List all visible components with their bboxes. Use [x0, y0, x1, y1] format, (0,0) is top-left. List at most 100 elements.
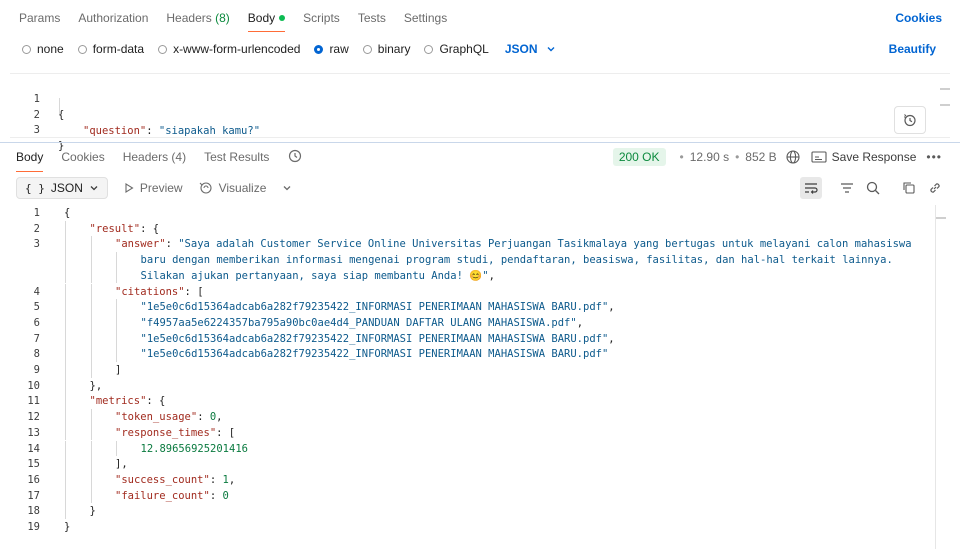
headers-count: (8) — [215, 11, 230, 25]
indent-guide — [65, 377, 66, 394]
copy-button[interactable] — [898, 177, 920, 199]
code-token: } — [89, 505, 96, 518]
ai-assist-button[interactable] — [894, 106, 926, 134]
code-token: ], — [115, 458, 128, 471]
more-options-icon[interactable]: ••• — [926, 150, 942, 164]
save-response-button[interactable]: Save Response — [811, 150, 917, 164]
beautify-button[interactable]: Beautify — [889, 42, 936, 56]
code-token: : — [209, 473, 223, 486]
line-number: 1 — [33, 207, 40, 219]
indent-guide — [65, 471, 66, 488]
visualize-button[interactable]: Visualize — [199, 181, 266, 195]
indent-guide — [65, 424, 66, 441]
response-format-select[interactable]: { } JSON — [16, 177, 108, 199]
response-status-bar: 200 OK • 12.90 s • 852 B Save Response •… — [612, 145, 942, 169]
radio-binary[interactable]: binary — [362, 42, 411, 56]
cookies-link[interactable]: Cookies — [895, 11, 942, 25]
link-button[interactable] — [924, 177, 946, 199]
json-string: "1e5e0c6d15364adcab6a282f79235422_INFORM… — [140, 348, 609, 361]
json-string: "1e5e0c6d15364adcab6a282f79235422_INFORM… — [140, 301, 609, 314]
code-token: , — [216, 411, 223, 424]
wrap-lines-icon — [805, 183, 818, 194]
resp-tab-test-results[interactable]: Test Results — [204, 145, 269, 169]
radio-urlencoded[interactable]: x-www-form-urlencoded — [158, 42, 300, 56]
json-key: "failure_count" — [115, 489, 210, 502]
resp-tab-headers[interactable]: Headers (4) — [123, 145, 186, 169]
indent-guide — [90, 236, 92, 253]
separator-dot: • — [735, 150, 740, 164]
request-code-line: 1 { — [10, 75, 65, 121]
radio-label: form-data — [92, 42, 145, 56]
tab-body[interactable]: Body — [247, 0, 286, 36]
search-button[interactable] — [862, 177, 884, 199]
search-icon — [866, 181, 880, 195]
play-icon — [125, 183, 134, 193]
indent-guide — [65, 346, 66, 362]
radio-circle-icon — [158, 44, 168, 54]
visualize-dropdown[interactable] — [282, 183, 298, 193]
response-body-editor[interactable]: 1{2 "result": {3 "answer": "Saya adalah Cu… — [10, 205, 950, 549]
history-button[interactable] — [287, 145, 303, 169]
save-response-icon — [811, 151, 827, 163]
tab-authorization[interactable]: Authorization — [78, 0, 148, 36]
code-token: ] — [115, 364, 122, 376]
code-token: , — [608, 301, 615, 314]
tab-params[interactable]: Params — [19, 0, 60, 36]
indent-guide — [65, 393, 66, 410]
tab-tests[interactable]: Tests — [358, 0, 386, 36]
body-language-select[interactable]: JSON — [505, 42, 556, 56]
code-token: } — [64, 521, 71, 533]
line-number: 15 — [27, 458, 40, 471]
indent-guide — [90, 299, 92, 315]
resp-tab-body[interactable]: Body — [16, 145, 44, 172]
radio-circle-icon — [77, 44, 87, 54]
indent-guide — [65, 236, 66, 253]
save-response-label: Save Response — [831, 150, 917, 164]
response-format-value: JSON — [50, 181, 83, 195]
radio-form-data[interactable]: form-data — [77, 42, 145, 56]
radio-label: binary — [377, 42, 411, 56]
radio-label: none — [37, 42, 64, 56]
pane-divider[interactable] — [0, 142, 960, 143]
tab-settings[interactable]: Settings — [404, 0, 447, 36]
status-badge[interactable]: 200 OK — [612, 148, 666, 166]
tab-scripts[interactable]: Scripts — [303, 0, 340, 36]
json-key: "success_count" — [115, 473, 210, 486]
indent-guide — [65, 252, 66, 268]
tab-headers[interactable]: Headers (8) — [166, 0, 229, 36]
json-string: "1e5e0c6d15364adcab6a282f79235422_INFORM… — [140, 332, 609, 345]
resp-tab-cookies[interactable]: Cookies — [61, 145, 104, 169]
indent-guide — [116, 267, 117, 284]
line-number: 7 — [33, 332, 40, 345]
response-size[interactable]: 852 B — [745, 150, 776, 164]
globe-icon[interactable] — [785, 149, 801, 165]
json-key: "result" — [89, 222, 141, 235]
indent-guide — [90, 456, 92, 472]
json-key: "citations" — [115, 285, 185, 298]
indent-guide — [90, 330, 92, 347]
indent-guide — [90, 409, 92, 425]
indent-guide — [90, 267, 92, 284]
preview-button[interactable]: Preview — [124, 181, 183, 195]
code-token: : [ — [216, 426, 236, 439]
request-body-editor[interactable]: 1 { 2 "question": "siapakah kamu?" 3 } — [10, 73, 950, 152]
code-token: { — [58, 109, 65, 121]
line-number: 10 — [27, 379, 40, 392]
json-string: Silakan ajukan pertanyaan, saya siap mem… — [140, 269, 489, 282]
indent-guide — [90, 314, 92, 331]
line-number: 2 — [33, 222, 40, 235]
wrap-lines-button[interactable] — [800, 177, 822, 199]
chevron-down-icon — [283, 186, 291, 191]
line-number: 11 — [27, 395, 40, 408]
filter-button[interactable] — [836, 177, 858, 199]
radio-graphql[interactable]: GraphQL — [424, 42, 489, 56]
copy-icon — [903, 182, 915, 194]
request-code-line: 3 } — [10, 106, 65, 152]
sparkle-history-icon — [904, 114, 916, 127]
indent-guide — [65, 440, 66, 457]
response-time[interactable]: 12.90 s — [690, 150, 729, 164]
radio-none[interactable]: none — [22, 42, 64, 56]
indent-guide — [65, 409, 66, 425]
radio-raw[interactable]: raw — [314, 42, 349, 56]
indent-guide — [90, 487, 92, 504]
